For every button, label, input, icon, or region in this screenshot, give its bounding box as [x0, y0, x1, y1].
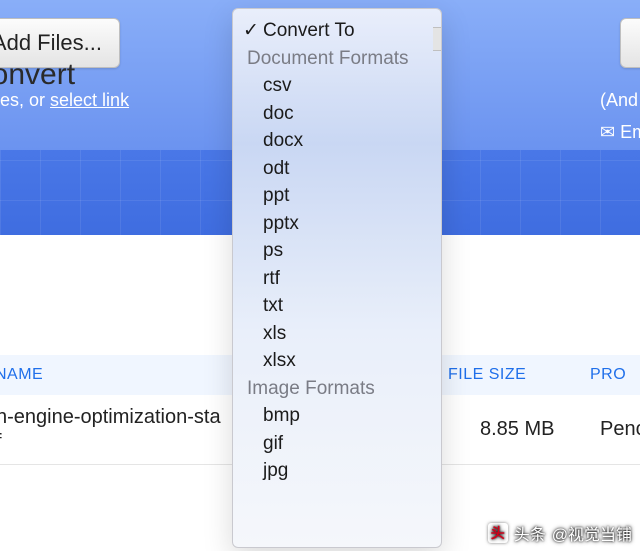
watermark-brand: 头条 [514, 521, 546, 545]
dropdown-item-jpg[interactable]: jpg [233, 457, 441, 485]
dropdown-item-rtf[interactable]: rtf [233, 265, 441, 293]
hero-left-prefix: o files, or [0, 90, 50, 110]
dropdown-group-image: Image Formats [233, 375, 441, 403]
dropdown-item-docx[interactable]: docx [233, 127, 441, 155]
cell-name: h-engine-optimization-staf [0, 405, 236, 455]
dropdown-item-pptx[interactable]: pptx [233, 210, 441, 238]
hero-email-row: ✉ Em [600, 122, 640, 143]
watermark-logo-icon: 头 [488, 523, 508, 543]
mail-text: Em [615, 122, 640, 142]
dropdown-selected[interactable]: Convert To [233, 17, 441, 45]
dropdown-item-bmp[interactable]: bmp [233, 402, 441, 430]
dropdown-item-xls[interactable]: xls [233, 320, 441, 348]
convert-to-dropdown[interactable]: Convert To Document Formats csv doc docx… [232, 8, 442, 548]
watermark: 头 头条 @视觉当铺 [488, 521, 632, 545]
col-header-size[interactable]: FILE SIZE [448, 366, 568, 384]
add-files-label: Add Files... [0, 30, 102, 55]
dropdown-item-txt[interactable]: txt [233, 292, 441, 320]
watermark-handle: @视觉当铺 [552, 521, 632, 545]
dropdown-item-doc[interactable]: doc [233, 100, 441, 128]
page-title: Convert [0, 58, 75, 92]
dropdown-item-ppt[interactable]: ppt [233, 182, 441, 210]
convert-button[interactable]: Co [620, 18, 640, 68]
col-header-progress[interactable]: PRO [590, 366, 640, 384]
dropdown-item-csv[interactable]: csv [233, 72, 441, 100]
select-link[interactable]: select link [50, 90, 129, 110]
mail-icon: ✉ [600, 122, 615, 142]
hero-left-text: o files, or select link [0, 90, 129, 111]
cell-progress: Penc [600, 418, 640, 441]
hero-right-text: (And a [600, 90, 640, 111]
dropdown-item-gif[interactable]: gif [233, 430, 441, 458]
dropdown-group-document: Document Formats [233, 45, 441, 73]
dropdown-item-xlsx[interactable]: xlsx [233, 347, 441, 375]
dropdown-item-ps[interactable]: ps [233, 237, 441, 265]
cell-size: 8.85 MB [480, 418, 554, 441]
dropdown-item-odt[interactable]: odt [233, 155, 441, 183]
